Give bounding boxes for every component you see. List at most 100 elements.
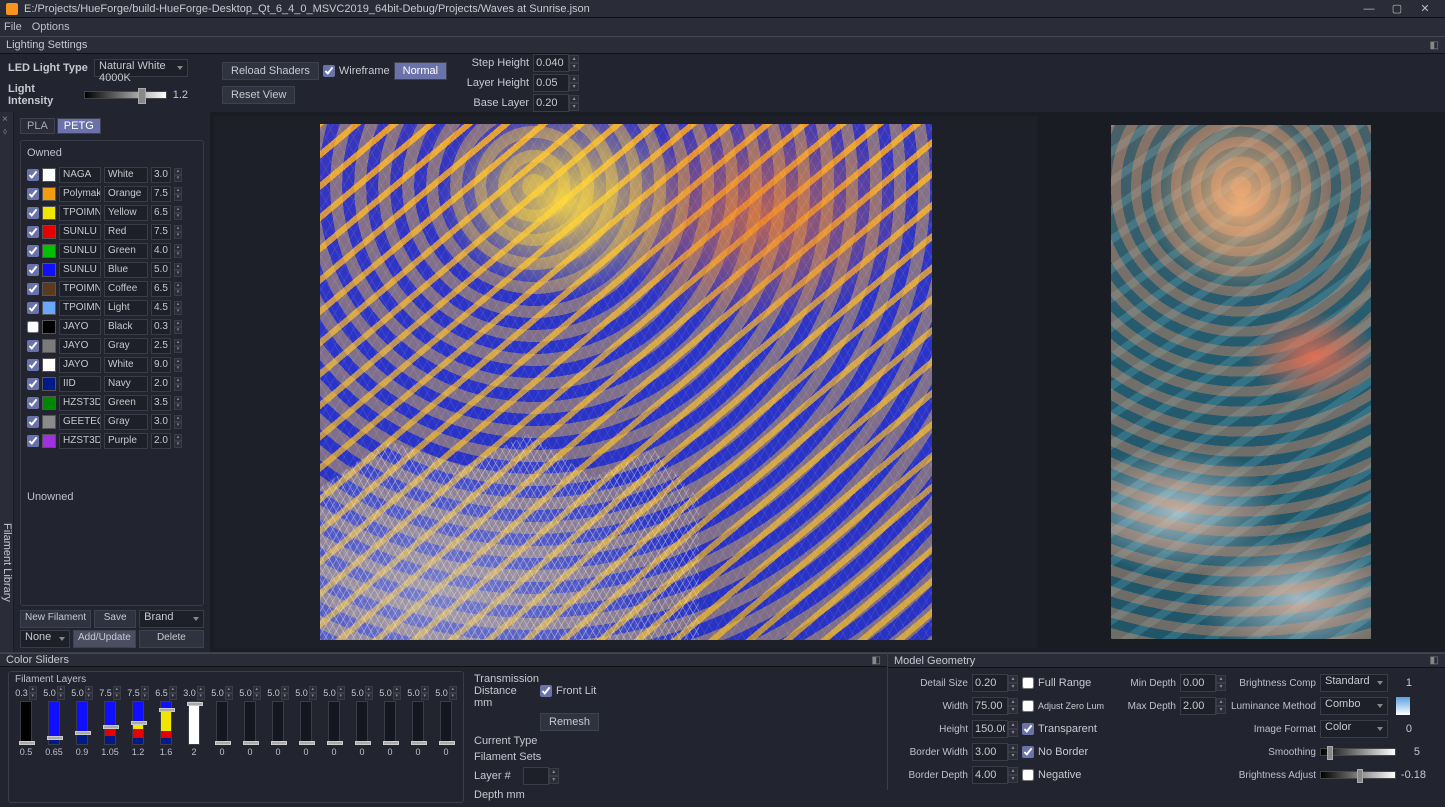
delete-button[interactable]: Delete: [139, 630, 204, 648]
filament-color[interactable]: Light Blue: [104, 300, 148, 316]
layer-top-value[interactable]: 5.0▴▾: [435, 687, 457, 699]
filament-value[interactable]: 6.5: [151, 205, 171, 221]
filament-color[interactable]: White: [104, 357, 148, 373]
wireframe-checkbox[interactable]: Wireframe: [323, 65, 390, 77]
min-depth-input[interactable]: ▴▾: [1180, 674, 1226, 692]
step-height-input[interactable]: ▴▾: [533, 54, 579, 72]
filament-value[interactable]: 7.5: [151, 224, 171, 240]
layer-top-value[interactable]: 0.3▴▾: [15, 687, 37, 699]
menu-options[interactable]: Options: [32, 21, 70, 33]
detail-size-input[interactable]: ▴▾: [972, 674, 1018, 692]
filament-brand[interactable]: SUNLU: [59, 243, 101, 259]
filament-brand[interactable]: HZST3D: [59, 395, 101, 411]
value-spinner[interactable]: ▴▾: [174, 396, 182, 410]
layer-top-value[interactable]: 5.0▴▾: [43, 687, 65, 699]
negative-checkbox[interactable]: Negative: [1022, 769, 1081, 781]
border-depth-input[interactable]: ▴▾: [972, 766, 1018, 784]
value-spinner[interactable]: ▴▾: [174, 187, 182, 201]
layer-top-value[interactable]: 5.0▴▾: [295, 687, 317, 699]
layer-slider[interactable]: [440, 701, 452, 745]
filament-brand[interactable]: TPOIMNS: [59, 281, 101, 297]
filament-value[interactable]: 6.5: [151, 281, 171, 297]
value-spinner[interactable]: ▴▾: [174, 339, 182, 353]
filament-checkbox[interactable]: [27, 169, 39, 181]
filament-brand[interactable]: GEETECH: [59, 414, 101, 430]
filament-value[interactable]: 4.0: [151, 243, 171, 259]
new-filament-button[interactable]: New Filament: [20, 610, 91, 628]
filament-value[interactable]: 7.5: [151, 186, 171, 202]
value-spinner[interactable]: ▴▾: [174, 168, 182, 182]
minimize-button[interactable]: —: [1355, 1, 1383, 17]
filament-checkbox[interactable]: [27, 340, 39, 352]
filament-checkbox[interactable]: [27, 321, 39, 333]
filament-brand[interactable]: TPOIMNS: [59, 300, 101, 316]
layer-slider[interactable]: [20, 701, 32, 745]
filament-brand[interactable]: TPOIMNS: [59, 205, 101, 221]
layer-slider[interactable]: [188, 701, 200, 745]
layer-top-value[interactable]: 5.0▴▾: [407, 687, 429, 699]
swatch[interactable]: [42, 358, 56, 372]
layer-slider[interactable]: [216, 701, 228, 745]
adjust-zero-checkbox[interactable]: Adjust Zero Lum: [1022, 700, 1104, 712]
layer-slider[interactable]: [272, 701, 284, 745]
value-spinner[interactable]: ▴▾: [174, 358, 182, 372]
tab-petg[interactable]: PETG: [57, 118, 101, 134]
swatch[interactable]: [42, 225, 56, 239]
filament-value[interactable]: 3.0: [151, 167, 171, 183]
layer-slider[interactable]: [48, 701, 60, 745]
close-icon[interactable]: ×: [2, 114, 8, 125]
height-input[interactable]: ▴▾: [972, 720, 1018, 738]
filament-color[interactable]: Green: [104, 395, 148, 411]
filament-checkbox[interactable]: [27, 264, 39, 276]
swatch[interactable]: [42, 206, 56, 220]
filament-color[interactable]: Black: [104, 319, 148, 335]
filament-color[interactable]: Orange: [104, 186, 148, 202]
layer-top-value[interactable]: 5.0▴▾: [267, 687, 289, 699]
layer-slider[interactable]: [300, 701, 312, 745]
max-depth-input[interactable]: ▴▾: [1180, 697, 1226, 715]
filament-brand[interactable]: IID Max3D: [59, 376, 101, 392]
swatch[interactable]: [42, 168, 56, 182]
filament-checkbox[interactable]: [27, 359, 39, 371]
save-filament-button[interactable]: Save: [94, 610, 136, 628]
full-range-checkbox[interactable]: Full Range: [1022, 677, 1091, 689]
filament-value[interactable]: 4.5: [151, 300, 171, 316]
reload-shaders-button[interactable]: Reload Shaders: [222, 62, 319, 80]
filament-checkbox[interactable]: [27, 302, 39, 314]
smoothing-slider[interactable]: [1320, 748, 1396, 756]
filament-checkbox[interactable]: [27, 283, 39, 295]
reset-view-button[interactable]: Reset View: [222, 86, 295, 104]
filament-value[interactable]: 5.0: [151, 262, 171, 278]
base-layer-input[interactable]: ▴▾: [533, 94, 579, 112]
maximize-button[interactable]: ▢: [1383, 1, 1411, 17]
swatch[interactable]: [42, 263, 56, 277]
layer-height-input[interactable]: ▴▾: [533, 74, 579, 92]
layer-slider[interactable]: [244, 701, 256, 745]
filament-color[interactable]: Blue: [104, 262, 148, 278]
remesh-button[interactable]: Remesh: [540, 713, 599, 731]
value-spinner[interactable]: ▴▾: [174, 206, 182, 220]
layer-slider[interactable]: [104, 701, 116, 745]
value-spinner[interactable]: ▴▾: [174, 301, 182, 315]
filament-brand[interactable]: Polymaker: [59, 186, 101, 202]
viewport-3d[interactable]: [214, 116, 1037, 648]
filament-color[interactable]: Gray: [104, 338, 148, 354]
filament-value[interactable]: 0.3: [151, 319, 171, 335]
filament-brand[interactable]: JAYO: [59, 319, 101, 335]
filament-brand[interactable]: HZST3D: [59, 433, 101, 449]
filament-checkbox[interactable]: [27, 188, 39, 200]
layer-slider[interactable]: [384, 701, 396, 745]
layer-slider[interactable]: [328, 701, 340, 745]
value-spinner[interactable]: ▴▾: [174, 377, 182, 391]
filament-value[interactable]: 9.0: [151, 357, 171, 373]
border-width-input[interactable]: ▴▾: [972, 743, 1018, 761]
layer-slider[interactable]: [356, 701, 368, 745]
luminance-combo[interactable]: Combo: [1320, 697, 1388, 715]
light-intensity-slider[interactable]: [84, 91, 167, 99]
filament-color[interactable]: Yellow: [104, 205, 148, 221]
no-border-checkbox[interactable]: No Border: [1022, 746, 1088, 758]
width-input[interactable]: ▴▾: [972, 697, 1018, 715]
value-spinner[interactable]: ▴▾: [174, 320, 182, 334]
popout-icon[interactable]: ◧: [872, 655, 881, 666]
brand-combo[interactable]: Brand: [139, 610, 204, 628]
